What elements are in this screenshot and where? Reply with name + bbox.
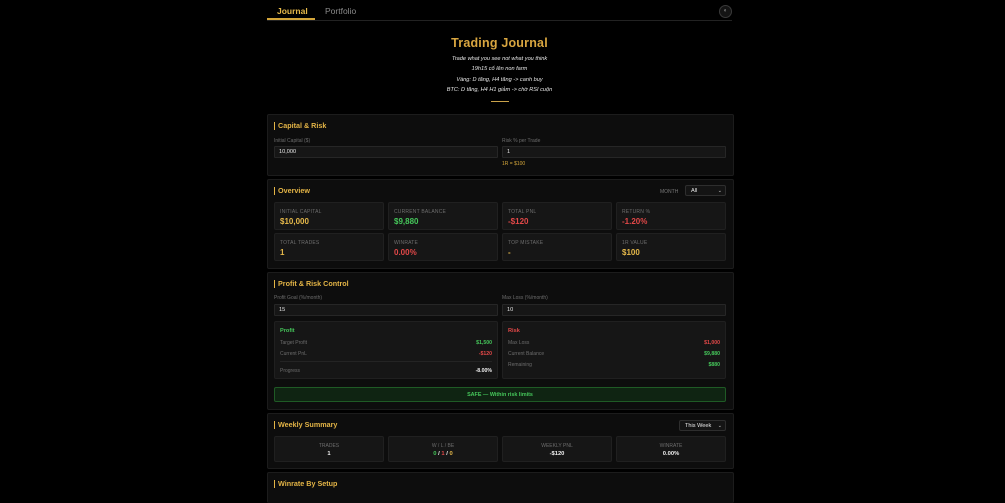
stat-one-r-value: 1R VALUE $100 [616, 233, 726, 261]
breakeven-count: 0 [449, 451, 453, 457]
app-container: Journal Portfolio ◐ Trading Journal Trad… [267, 0, 734, 503]
section-title: Winrate By Setup [274, 480, 337, 488]
section-title: Overview [274, 187, 310, 195]
tab-portfolio[interactable]: Portfolio [325, 6, 356, 16]
stat-top-mistake: TOP MISTAKE - [502, 233, 612, 261]
stat-value: 1 [327, 451, 331, 457]
capital-risk-card: Capital & Risk Initial Capital ($) 10,00… [267, 114, 734, 176]
stat-label: WINRATE [659, 443, 683, 449]
tab-journal[interactable]: Journal [277, 6, 308, 16]
stat-value: - [508, 248, 511, 257]
stat-label: RETURN % [622, 209, 651, 215]
remaining-value: $880 [708, 362, 720, 368]
chevron-down-icon: ⌄ [717, 188, 722, 194]
month-select[interactable]: All ⌄ [685, 185, 726, 196]
week-select[interactable]: This Week ⌄ [679, 420, 726, 431]
weekly-wlbe: W / L / BE 0 / 1 / 0 [388, 436, 498, 462]
divider [280, 361, 492, 362]
stat-label: TRADES [318, 443, 340, 449]
stat-value: 0.00% [394, 248, 417, 257]
stat-value: 1 [280, 248, 285, 257]
stat-value: 0.00% [662, 451, 680, 457]
profit-goal-input[interactable]: 15 [274, 304, 498, 316]
current-balance-value: $9,880 [704, 351, 720, 357]
active-tab-indicator [267, 18, 315, 20]
theme-toggle-icon[interactable]: ◐ [719, 5, 732, 18]
stat-winrate: WINRATE 0.00% [388, 233, 498, 261]
stat-label: WEEKLY PNL [541, 443, 573, 449]
risk-percent-label: Risk % per Trade [502, 138, 541, 144]
stat-value: $9,880 [394, 217, 419, 226]
stat-value: -$120 [508, 217, 529, 226]
remaining-label: Remaining [508, 362, 532, 368]
progress-value: -8.00% [475, 368, 492, 374]
target-profit-value: $1,500 [476, 340, 492, 346]
risk-percent-input[interactable]: 1 [502, 146, 726, 158]
stat-total-pnl: TOTAL PNL -$120 [502, 202, 612, 230]
stat-label: TOTAL TRADES [280, 240, 320, 246]
current-pnl-label: Current PnL [280, 351, 307, 357]
note-line: BTC: D tăng, H4 H1 giảm -> chờ RSI cuộn [446, 87, 553, 94]
progress-label: Progress [280, 368, 301, 374]
max-loss-row-label: Max Loss [508, 340, 530, 346]
initial-capital-label: Initial Capital ($) [274, 138, 311, 144]
max-loss-label: Max Loss (%/month) [502, 295, 548, 301]
wins-count: 0 [433, 451, 437, 457]
page-title: Trading Journal [451, 36, 548, 50]
stat-label: WINRATE [394, 240, 419, 246]
target-profit-label: Target Profit [280, 340, 307, 346]
current-balance-label: Current Balance [508, 351, 545, 357]
wlbe-value: 0 / 1 / 0 [433, 451, 453, 457]
section-title: Profit & Risk Control [274, 280, 349, 288]
stat-label: CURRENT BALANCE [394, 209, 447, 215]
motto-line: Trade what you see not what you think [451, 56, 548, 62]
note-line: 19h15 cố lên non farm [471, 66, 528, 73]
profit-panel: Profit Target Profit $1,500 Current PnL … [274, 321, 498, 379]
risk-panel: Risk Max Loss $1,000 Current Balance $9,… [502, 321, 726, 379]
risk-heading: Risk [508, 328, 520, 334]
profit-goal-label: Profit Goal (%/month) [274, 295, 323, 301]
stat-value: -$120 [549, 451, 565, 457]
stat-return-percent: RETURN % -1.20% [616, 202, 726, 230]
stat-value: $100 [622, 248, 640, 257]
overview-card: Overview MONTH All ⌄ INITIAL CAPITAL $10… [267, 179, 734, 269]
tab-bar: Journal Portfolio ◐ [267, 0, 732, 21]
profit-risk-card: Profit & Risk Control Profit Goal (%/mon… [267, 272, 734, 410]
note-line: Vàng: D tăng, H4 tăng -> canh buy [456, 76, 543, 83]
risk-status-badge: SAFE — Within risk limits [274, 387, 726, 402]
losses-count: 1 [441, 451, 445, 457]
stat-label: 1R VALUE [622, 240, 648, 246]
stat-label: TOTAL PNL [508, 209, 537, 215]
week-select-value: This Week [685, 423, 712, 429]
stat-initial-capital: INITIAL CAPITAL $10,000 [274, 202, 384, 230]
month-select-value: All [691, 188, 698, 194]
stat-value: -1.20% [622, 217, 648, 226]
chevron-down-icon: ⌄ [717, 423, 722, 429]
current-pnl-value: -$120 [478, 351, 492, 357]
month-filter-label: MONTH [660, 189, 679, 195]
stat-current-balance: CURRENT BALANCE $9,880 [388, 202, 498, 230]
section-title: Capital & Risk [274, 122, 326, 130]
max-loss-row-value: $1,000 [704, 340, 720, 346]
winrate-by-setup-card: Winrate By Setup [267, 472, 734, 503]
stat-total-trades: TOTAL TRADES 1 [274, 233, 384, 261]
max-loss-input[interactable]: 10 [502, 304, 726, 316]
stat-label: INITIAL CAPITAL [280, 209, 322, 215]
weekly-trades: TRADES 1 [274, 436, 384, 462]
stat-value: $10,000 [280, 217, 309, 226]
one-r-value-note: 1R = $100 [502, 161, 526, 167]
profit-heading: Profit [280, 328, 295, 334]
stat-label: W / L / BE [431, 443, 455, 449]
divider [490, 100, 509, 102]
initial-capital-input[interactable]: 10,000 [274, 146, 498, 158]
weekly-pnl: WEEKLY PNL -$120 [502, 436, 612, 462]
weekly-summary-card: Weekly Summary This Week ⌄ TRADES 1 W / … [267, 413, 734, 469]
weekly-winrate: WINRATE 0.00% [616, 436, 726, 462]
stat-label: TOP MISTAKE [508, 240, 544, 246]
journal-header: Trading Journal Trade what you see not w… [267, 36, 732, 102]
section-title: Weekly Summary [274, 421, 337, 429]
